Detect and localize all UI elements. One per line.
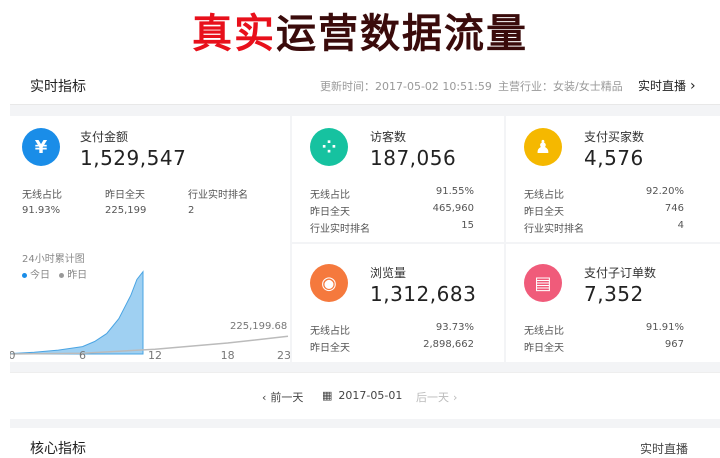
next-day-button[interactable]: 后一天 › <box>416 389 457 405</box>
panel-title: 实时指标 <box>30 79 86 95</box>
live-broadcast-label: 实时直播 <box>638 79 687 93</box>
pageviews-value: 1,312,683 <box>370 282 477 306</box>
card-visitors: ⁘ 访客数 187,056 无线占比 91.55% 昨日全天 465,960 行… <box>292 116 504 242</box>
x-tick-label: 23 <box>277 349 290 362</box>
prev-day-button[interactable]: ‹ 前一天 <box>262 389 303 405</box>
date-picker[interactable]: ▦ 2017-05-01 <box>322 389 402 402</box>
stat-label: 行业实时排名 <box>524 224 584 235</box>
document-icon: ▤ <box>524 264 562 302</box>
buyers-label: 支付买家数 <box>584 130 645 144</box>
stat-label: 无线占比 <box>524 326 564 337</box>
stat-label: 昨日全天 <box>310 207 350 218</box>
update-time: 更新时间：2017-05-02 10:51:59 <box>320 80 492 93</box>
stat-value: 746 <box>664 203 684 214</box>
realtime-panel: 实时指标 更新时间：2017-05-02 10:51:59 主营行业：女装/女士… <box>10 66 720 457</box>
chevron-left-icon: ‹ <box>262 391 267 404</box>
stat-value: 91.91% <box>645 322 684 333</box>
accumulation-chart: 0 6 12 18 23 <box>10 270 290 362</box>
calendar-icon: ▦ <box>322 389 333 402</box>
visitors-value: 187,056 <box>370 146 457 170</box>
banner-title-dark: 运营数据流量 <box>276 11 528 57</box>
stat-value: 93.73% <box>435 322 474 333</box>
live-broadcast-link[interactable]: 实时直播 › <box>638 77 696 94</box>
stat-label: 昨日全天 <box>524 343 564 354</box>
eye-icon: ◉ <box>310 264 348 302</box>
banner-title: 真实运营数据流量 <box>0 6 720 62</box>
card-buyers: ♟ 支付买家数 4,576 无线占比 92.20% 昨日全天 746 行业实时排… <box>506 116 720 242</box>
core-live-link[interactable]: 实时直播 <box>640 440 688 457</box>
stat-value: 465,960 <box>432 203 474 214</box>
stat-value: 967 <box>664 339 684 350</box>
stat-label: 无线占比 <box>310 326 350 337</box>
x-tick-label: 12 <box>148 349 162 362</box>
core-metrics-header: 核心指标 实时直播 <box>10 428 720 457</box>
industry-label: 主营行业：女装/女士精品 <box>498 80 623 93</box>
stat-value: 15 <box>461 220 474 231</box>
stat-label: 昨日全天 <box>524 207 564 218</box>
stat-label: 昨日全天 <box>310 343 350 354</box>
stat-label: 无线占比 <box>310 190 350 201</box>
stat-value: 4 <box>677 220 684 231</box>
prev-day-label: 前一天 <box>270 391 304 404</box>
chevron-right-icon: › <box>453 391 458 404</box>
pageviews-label: 浏览量 <box>370 266 407 280</box>
series-today-area <box>10 270 144 355</box>
x-tick-label: 18 <box>221 349 235 362</box>
sub-orders-label: 支付子订单数 <box>584 266 657 280</box>
current-date: 2017-05-01 <box>338 389 403 402</box>
visitors-label: 访客数 <box>370 130 407 144</box>
stat-label: 行业实时排名 <box>310 224 370 235</box>
stat-value: 2,898,662 <box>423 339 474 350</box>
footprint-icon: ⁘ <box>310 128 348 166</box>
chevron-right-icon: › <box>690 78 696 94</box>
date-navigation: ‹ 前一天 ▦ 2017-05-01 后一天 › <box>10 372 720 419</box>
core-metrics-title: 核心指标 <box>30 441 86 457</box>
card-pay-amount: ¥ 支付金额 1,529,547 无线占比 昨日全天 行业实时排名 91.93%… <box>10 116 290 362</box>
banner-title-red: 真实 <box>192 11 276 57</box>
stat-value: 91.55% <box>435 186 474 197</box>
stat-label: 无线占比 <box>524 190 564 201</box>
panel-header: 实时指标 更新时间：2017-05-02 10:51:59 主营行业：女装/女士… <box>10 66 720 105</box>
next-day-label: 后一天 <box>416 391 449 404</box>
card-sub-orders: ▤ 支付子订单数 7,352 无线占比 91.91% 昨日全天 967 <box>506 244 720 362</box>
sub-orders-value: 7,352 <box>584 282 644 306</box>
users-icon: ♟ <box>524 128 562 166</box>
x-tick-label: 0 <box>10 349 16 362</box>
stat-value: 92.20% <box>645 186 684 197</box>
buyers-value: 4,576 <box>584 146 644 170</box>
card-pageviews: ◉ 浏览量 1,312,683 无线占比 93.73% 昨日全天 2,898,6… <box>292 244 504 362</box>
x-tick-label: 6 <box>79 349 86 362</box>
